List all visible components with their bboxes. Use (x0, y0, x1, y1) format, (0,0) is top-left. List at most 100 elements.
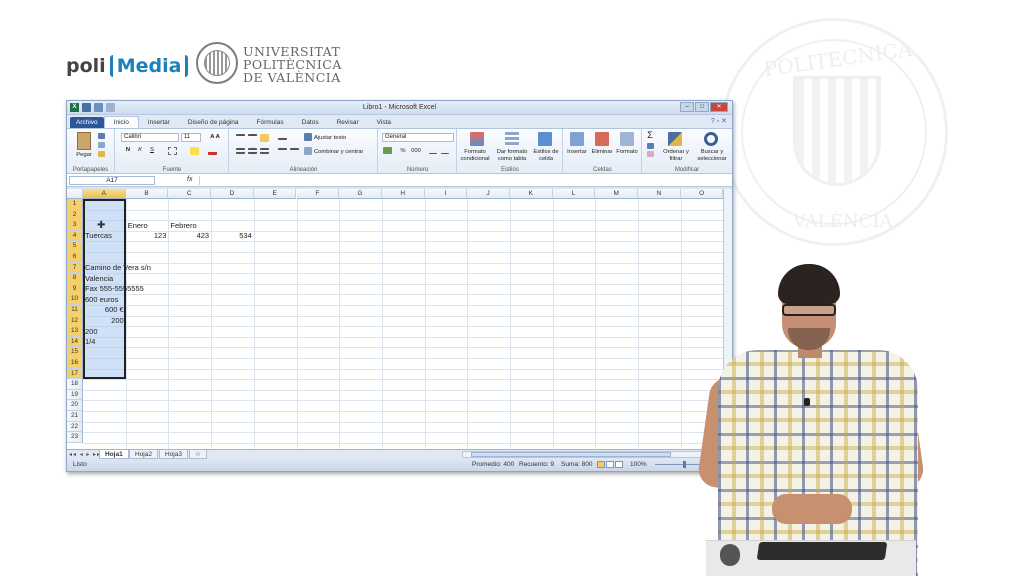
orientation-icon[interactable] (278, 134, 287, 140)
cell-a9[interactable]: Fax 555-5555555 (85, 284, 144, 294)
font-size-select[interactable]: 11 (181, 133, 201, 142)
copy-icon[interactable] (98, 142, 105, 148)
row-header-17[interactable]: 17 (67, 368, 83, 380)
cell-b4[interactable]: 123 (126, 231, 167, 241)
row-header-19[interactable]: 19 (67, 389, 83, 401)
insert-sheet-icon[interactable]: ☆ (189, 450, 207, 459)
decrease-indent-icon[interactable] (278, 148, 287, 154)
column-header-b[interactable]: B (125, 189, 169, 199)
autosum-icon[interactable]: Σ (646, 131, 654, 139)
maximize-button[interactable]: □ (695, 102, 709, 112)
tab-archivo[interactable]: Archivo (70, 117, 104, 128)
format-cells-icon[interactable] (620, 132, 634, 146)
column-header-d[interactable]: D (211, 189, 254, 199)
increase-indent-icon[interactable] (290, 148, 299, 154)
row-header-21[interactable]: 21 (67, 411, 83, 422)
number-format-select[interactable]: General (382, 133, 454, 142)
cell-c3[interactable]: Febrero (170, 221, 196, 231)
row-header-10[interactable]: 10 (67, 294, 83, 305)
underline-button[interactable]: S (148, 147, 156, 154)
name-box[interactable]: A17 (69, 176, 155, 185)
align-left-icon[interactable] (236, 148, 245, 154)
align-middle-icon[interactable] (248, 134, 257, 140)
wrap-text-icon[interactable] (304, 133, 312, 141)
cell-a4[interactable]: Tuercas (85, 231, 112, 241)
sheet-tab-hoja3[interactable]: Hoja3 (159, 450, 188, 459)
column-header-e[interactable]: E (253, 189, 297, 199)
column-header-k[interactable]: K (510, 189, 553, 199)
clear-icon[interactable] (647, 151, 654, 157)
column-header-g[interactable]: G (339, 189, 382, 199)
cut-icon[interactable] (98, 133, 105, 139)
row-header-2[interactable]: 2 (67, 209, 83, 221)
row-header-23[interactable]: 23 (67, 432, 83, 443)
row-header-15[interactable]: 15 (67, 347, 83, 358)
sort-filter-icon[interactable] (668, 132, 682, 146)
percent-button[interactable]: % (399, 148, 407, 155)
insert-cells-icon[interactable] (570, 132, 584, 146)
insert-cells-button[interactable]: Insertar (564, 149, 590, 156)
tab-insertar[interactable]: Insertar (139, 117, 179, 128)
tab-revisar[interactable]: Revisar (328, 117, 368, 128)
sort-filter-button[interactable]: Ordenar y filtrar (659, 149, 693, 162)
wrap-text-button[interactable]: Ajustar texto (314, 135, 374, 142)
spreadsheet-grid[interactable]: ABCDEFGHIJKLMNO 1 2 3 4 5 6 7 8 9 10 11 12 13 14 15 16 1… (67, 189, 732, 449)
column-header-m[interactable]: M (595, 189, 639, 199)
column-header-i[interactable]: I (424, 189, 468, 199)
row-header-3[interactable]: 3 (67, 220, 83, 231)
cell-styles-button[interactable]: Estilos de celda (530, 149, 562, 162)
column-header-a[interactable]: A (83, 189, 126, 199)
format-as-table-button[interactable]: Dar formato como tabla (494, 149, 530, 162)
zoom-slider-knob[interactable] (683, 461, 686, 468)
tab-formulas[interactable]: Fórmulas (248, 117, 293, 128)
row-header-14[interactable]: 14 (67, 336, 83, 348)
conditional-format-button[interactable]: Formato condicional (458, 149, 492, 162)
column-header-j[interactable]: J (467, 189, 510, 199)
formula-input[interactable] (199, 176, 728, 185)
sheet-tab-hoja1[interactable]: Hoja1 (99, 450, 129, 459)
help-icon[interactable]: ? ▫ ✕ (711, 117, 727, 125)
cell-a14[interactable]: 1/4 (85, 337, 95, 347)
cell-a13[interactable]: 200 (85, 327, 98, 337)
page-break-view-icon[interactable] (615, 461, 623, 468)
cell-a12[interactable]: 200 (83, 316, 124, 326)
row-header-6[interactable]: 6 (67, 252, 83, 263)
paste-icon[interactable] (77, 132, 91, 150)
column-header-c[interactable]: C (168, 189, 212, 199)
align-right-icon[interactable] (260, 148, 269, 154)
row-header-1[interactable]: 1 (67, 199, 83, 210)
column-header-h[interactable]: H (381, 189, 425, 199)
cell-a8[interactable]: Valencia (85, 274, 113, 284)
delete-cells-button[interactable]: Eliminar (589, 149, 615, 156)
row-header-11[interactable]: 11 (67, 305, 83, 316)
row-header-18[interactable]: 18 (67, 379, 83, 390)
row-header-20[interactable]: 20 (67, 400, 83, 411)
sheet-nav-arrows[interactable]: ◂◂ ◂ ▸ ▸▸ (69, 451, 101, 458)
merge-center-button[interactable]: Combinar y centrar (314, 149, 376, 156)
align-bottom-icon[interactable] (260, 134, 269, 142)
minimize-button[interactable]: – (680, 102, 694, 112)
bold-button[interactable]: N (124, 147, 132, 154)
borders-icon[interactable] (168, 147, 177, 155)
row-header-16[interactable]: 16 (67, 358, 83, 369)
find-select-button[interactable]: Buscar y seleccionar (693, 149, 731, 162)
horizontal-scrollbar[interactable] (462, 451, 724, 458)
tab-diseno-pagina[interactable]: Diseño de página (179, 117, 248, 128)
row-header-7[interactable]: 7 (67, 262, 83, 274)
tab-inicio[interactable]: Inicio (103, 116, 139, 128)
column-header-n[interactable]: N (638, 189, 681, 199)
cell-a10[interactable]: 600 euros (85, 295, 118, 305)
fx-icon[interactable]: fx (187, 176, 192, 183)
thousands-button[interactable]: 000 (410, 148, 422, 155)
conditional-format-icon[interactable] (470, 132, 484, 146)
row-header-4[interactable]: 4 (67, 230, 83, 242)
sheet-tab-hoja2[interactable]: Hoja2 (129, 450, 158, 459)
align-top-icon[interactable] (236, 134, 245, 140)
select-all-corner[interactable] (67, 189, 83, 199)
tab-vista[interactable]: Vista (368, 117, 400, 128)
fill-color-icon[interactable] (190, 147, 199, 155)
column-header-o[interactable]: O (680, 189, 724, 199)
format-cells-button[interactable]: Formato (614, 149, 640, 156)
row-header-8[interactable]: 8 (67, 273, 83, 284)
normal-view-icon[interactable] (597, 461, 605, 468)
